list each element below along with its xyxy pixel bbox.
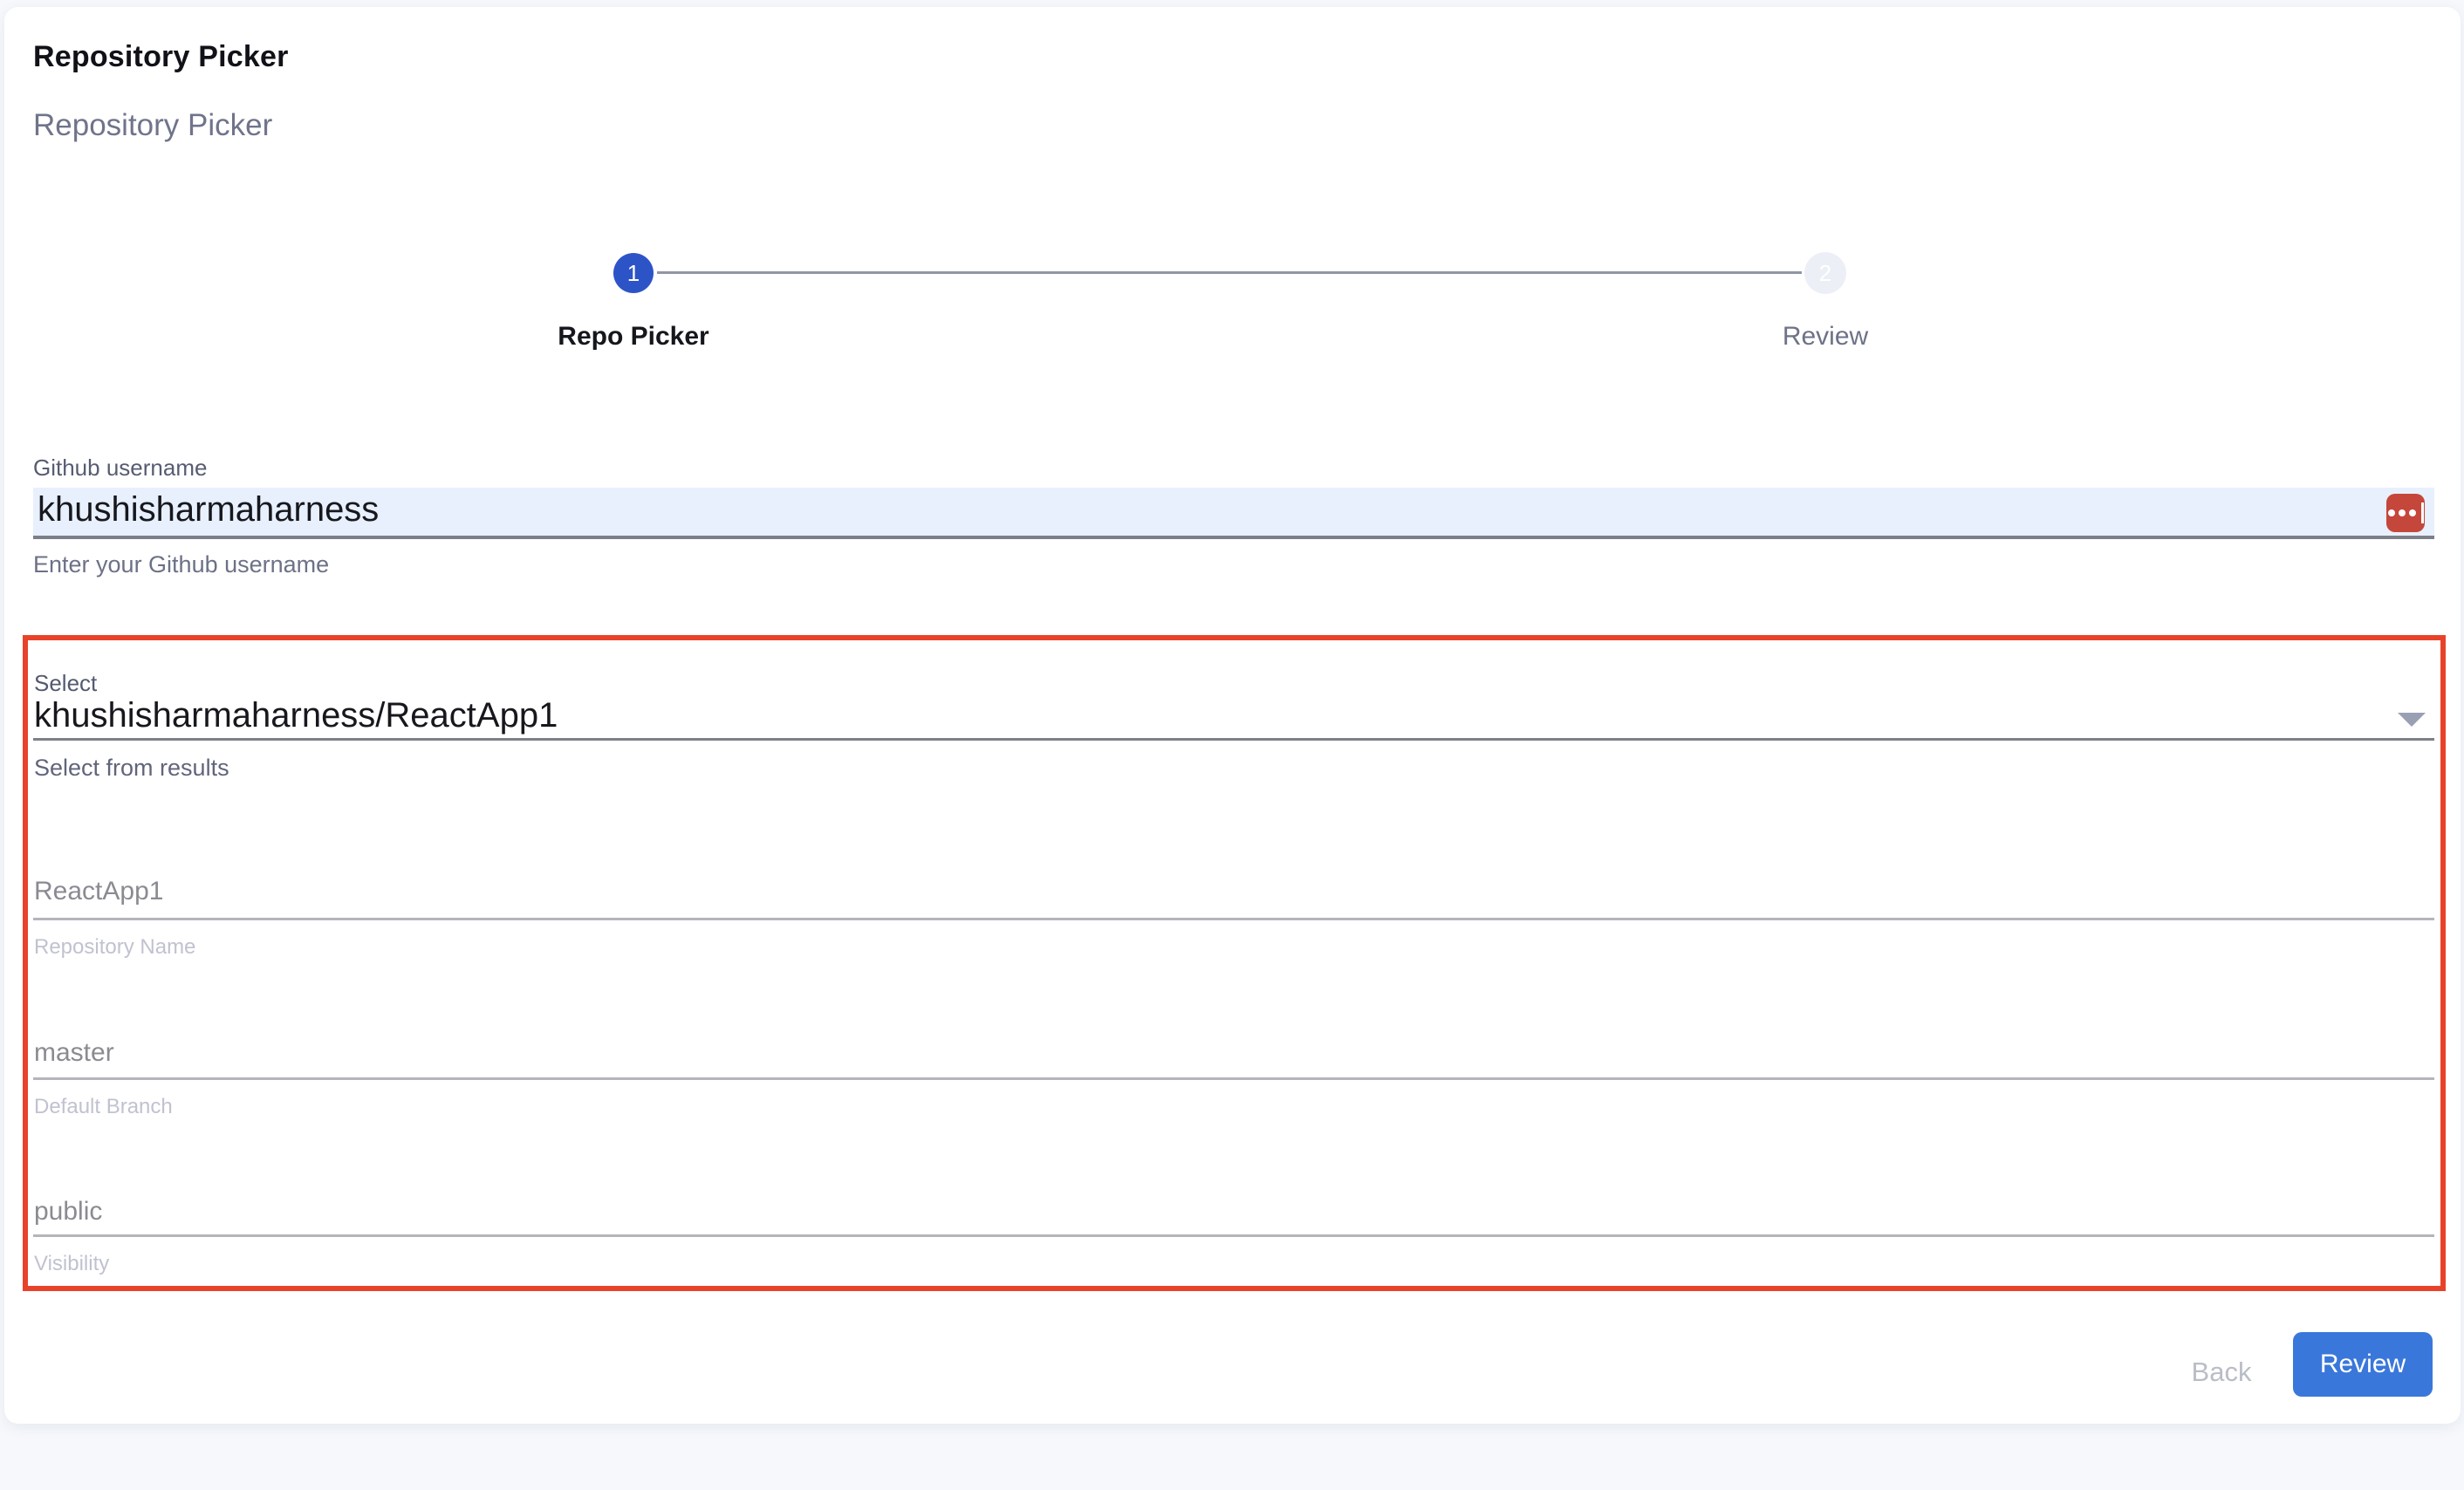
step-2-label: Review <box>1694 322 1956 352</box>
github-username-label: Github username <box>33 455 207 482</box>
repo-select-label: Select <box>34 670 97 697</box>
back-button[interactable]: Back <box>2156 1350 2287 1394</box>
repository-name-underline <box>33 918 2434 920</box>
repository-name-value: ReactApp1 <box>34 877 163 906</box>
repo-select-underline <box>33 738 2434 741</box>
github-username-input[interactable] <box>33 488 2434 539</box>
default-branch-underline <box>33 1077 2434 1080</box>
step-1-circle[interactable]: 1 <box>613 253 654 293</box>
repo-select-dropdown[interactable]: khushisharmaharness/ReactApp1 <box>34 696 2390 735</box>
stepper-connector-line <box>657 271 1802 274</box>
repo-select-helper: Select from results <box>34 755 229 782</box>
default-branch-value: master <box>34 1038 114 1068</box>
visibility-label: Visibility <box>34 1252 109 1276</box>
default-branch-label: Default Branch <box>34 1095 173 1119</box>
visibility-underline <box>33 1234 2434 1237</box>
step-1-label: Repo Picker <box>503 322 764 352</box>
password-manager-icon[interactable] <box>2386 494 2425 532</box>
github-username-helper: Enter your Github username <box>33 551 329 578</box>
step-2-number: 2 <box>1819 260 1831 287</box>
page-subtitle: Repository Picker <box>33 108 272 143</box>
dropdown-arrow-icon[interactable] <box>2398 713 2426 727</box>
step-1-number: 1 <box>627 260 640 287</box>
repository-name-label: Repository Name <box>34 935 195 960</box>
page-title: Repository Picker <box>33 40 289 74</box>
visibility-value: public <box>34 1197 102 1227</box>
repository-picker-card: Repository Picker Repository Picker 1 2 … <box>4 7 2461 1424</box>
review-button[interactable]: Review <box>2293 1332 2433 1397</box>
step-2-circle[interactable]: 2 <box>1804 252 1846 294</box>
